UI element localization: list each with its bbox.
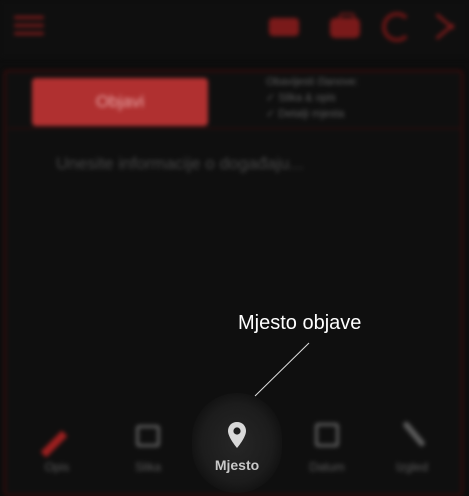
screen: Objavi Obavijesti članove: Slika & opis …: [0, 0, 469, 496]
annotation-label: Mjesto objave: [238, 312, 362, 334]
annotation-pointer-line: [254, 342, 310, 397]
